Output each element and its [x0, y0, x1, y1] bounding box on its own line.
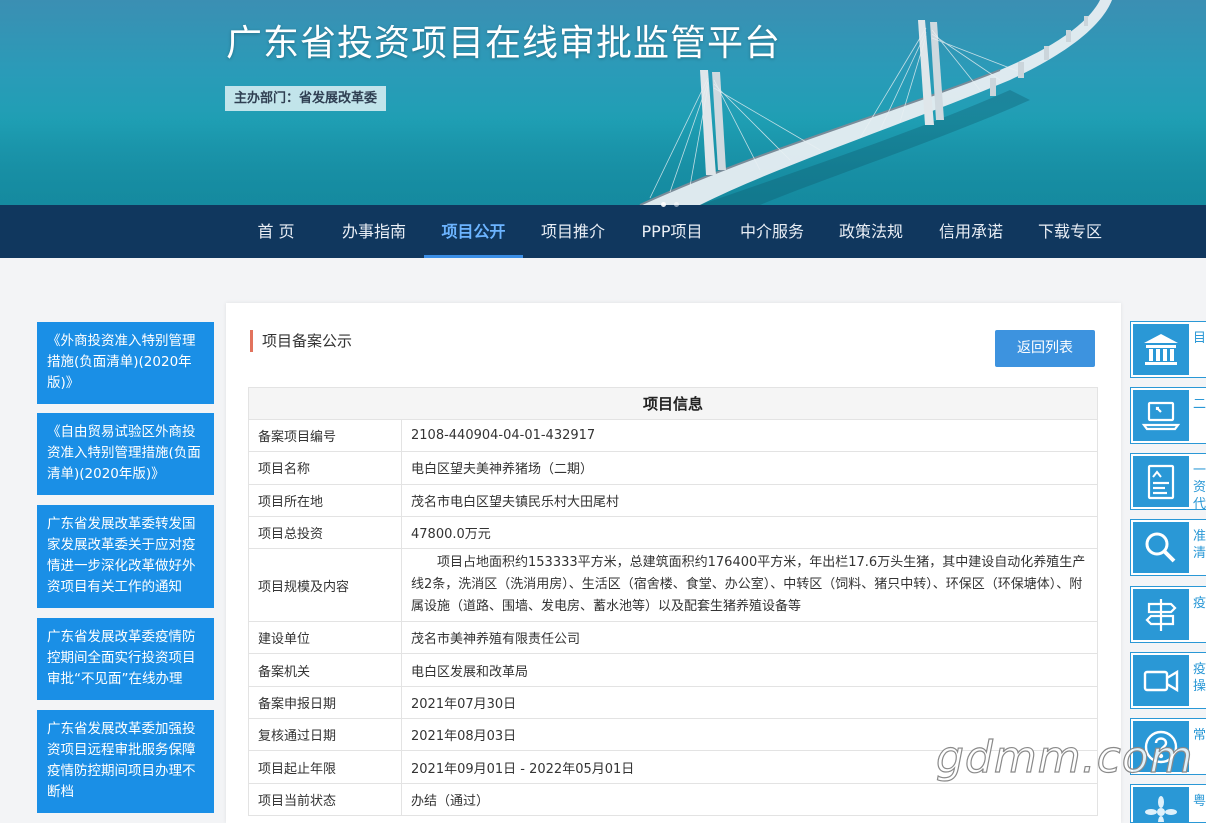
row-value: 2108-440904-04-01-432917: [401, 418, 1098, 453]
nav-download[interactable]: 下载专区: [1030, 205, 1110, 258]
quick-link-video[interactable]: 疫操: [1130, 652, 1206, 709]
quick-link-label: 二: [1193, 397, 1206, 412]
row-value: 47800.0万元: [401, 515, 1098, 550]
bank-icon: [1133, 324, 1189, 375]
nav-project-promotion[interactable]: 项目推介: [533, 205, 613, 258]
watermark: gdmm.com: [935, 731, 1194, 783]
quick-link-label: 一资代: [1193, 463, 1206, 510]
sponsor-badge: 主办部门：省发展改革委: [225, 86, 387, 111]
row-value: 茂名市美神养殖有限责任公司: [401, 621, 1098, 655]
row-key: 项目总投资: [248, 515, 402, 550]
row-key: 项目当前状态: [248, 782, 402, 816]
header-banner: 广东省投资项目在线审批监管平台 主办部门：省发展改革委: [0, 0, 1206, 205]
sidebar-link-remote-approval[interactable]: 广东省发展改革委加强投资项目远程审批服务保障疫情防控期间项目办理不断档: [37, 710, 214, 813]
sidebar-link-ftz-negative-list[interactable]: 《自由贸易试验区外商投资准入特别管理措施(负面清单)(2020年版)》: [37, 413, 214, 495]
row-value: 2021年07月30日: [401, 685, 1098, 720]
nav-policy[interactable]: 政策法规: [831, 205, 911, 258]
row-key: 项目名称: [248, 451, 402, 485]
quick-link-label: 目: [1193, 331, 1206, 346]
quick-link-second[interactable]: 二: [1130, 387, 1206, 444]
document-chart-icon: [1133, 456, 1189, 507]
table-row: 项目所在地 茂名市电白区望夫镇民乐村大田尾村: [248, 483, 1098, 517]
row-value: 办结（通过）: [401, 782, 1098, 816]
sidebar-link-negative-list[interactable]: 《外商投资准入特别管理措施(负面清单)(2020年版)》: [37, 322, 214, 404]
table-row: 建设单位 茂名市美神养殖有限责任公司: [248, 621, 1098, 655]
quick-link-yue[interactable]: 粤: [1130, 784, 1206, 823]
quick-link-label: 常: [1193, 728, 1206, 743]
table-row: 项目总投资 47800.0万元: [248, 515, 1098, 550]
signpost-icon: [1133, 589, 1189, 640]
sidebar-link-foreign-investment-notice[interactable]: 广东省发展改革委转发国家发展改革委关于应对疫情进一步深化改革做好外资项目有关工作…: [37, 505, 214, 608]
quick-link-label: 粤: [1193, 794, 1206, 809]
quick-link-label: 准清: [1193, 529, 1206, 561]
nav-home[interactable]: 首 页: [246, 205, 306, 258]
table-row: 备案申报日期 2021年07月30日: [248, 685, 1098, 720]
row-key: 复核通过日期: [248, 718, 402, 752]
nav-ppp[interactable]: PPP项目: [632, 205, 712, 258]
row-key: 建设单位: [248, 621, 402, 655]
table-row: 备案机关 电白区发展和改革局: [248, 653, 1098, 687]
quick-link-search[interactable]: 准清: [1130, 519, 1206, 576]
flower-logo-icon: [1133, 787, 1189, 822]
row-value: 电白区发展和改革局: [401, 653, 1098, 687]
section-heading: 项目备案公示: [250, 330, 352, 352]
video-camera-icon: [1133, 655, 1189, 706]
quick-link-document[interactable]: 一资代: [1130, 453, 1206, 510]
row-value: 茂名市电白区望夫镇民乐村大田尾村: [401, 483, 1098, 517]
row-key: 备案项目编号: [248, 418, 402, 453]
table-row: 项目当前状态 办结（通过）: [248, 782, 1098, 816]
back-to-list-button[interactable]: 返回列表: [995, 330, 1095, 367]
row-key: 备案机关: [248, 653, 402, 687]
table-title: 项目信息: [248, 387, 1098, 420]
sidebar-link-online-approval[interactable]: 广东省发展改革委疫情防控期间全面实行投资项目审批“不见面”在线办理: [37, 618, 214, 700]
nav-intermediary[interactable]: 中介服务: [732, 205, 812, 258]
row-key: 项目所在地: [248, 483, 402, 517]
row-value: 电白区望夫美神养猪场（二期）: [401, 451, 1098, 485]
table-row: 项目名称 电白区望夫美神养猪场（二期）: [248, 451, 1098, 485]
quick-link-catalog[interactable]: 目: [1130, 321, 1206, 378]
row-key: 项目规模及内容: [248, 548, 402, 623]
magnifier-icon: [1133, 522, 1189, 573]
nav-credit[interactable]: 信用承诺: [931, 205, 1011, 258]
quick-link-label: 疫: [1193, 596, 1206, 611]
row-value: 项目占地面积约153333平方米，总建筑面积约176400平方米，年出栏17.6…: [401, 548, 1098, 623]
laptop-icon: [1133, 390, 1189, 441]
row-key: 项目起止年限: [248, 750, 402, 784]
table-row: 项目规模及内容 项目占地面积约153333平方米，总建筑面积约176400平方米…: [248, 548, 1098, 623]
row-key: 备案申报日期: [248, 685, 402, 720]
nav-project-disclosure[interactable]: 项目公开: [424, 205, 523, 258]
quick-link-label: 疫操: [1193, 662, 1206, 694]
nav-guide[interactable]: 办事指南: [334, 205, 414, 258]
table-row: 备案项目编号 2108-440904-04-01-432917: [248, 418, 1098, 453]
site-title: 广东省投资项目在线审批监管平台: [226, 23, 782, 64]
quick-link-epidemic[interactable]: 疫: [1130, 586, 1206, 643]
